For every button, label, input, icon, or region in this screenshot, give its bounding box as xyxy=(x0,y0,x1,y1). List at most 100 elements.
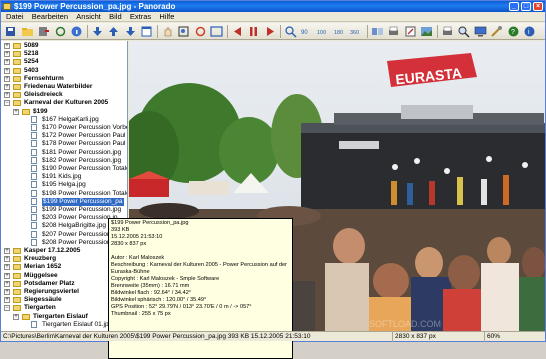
arrow-down-button[interactable] xyxy=(91,25,104,38)
exit-icon xyxy=(39,27,49,36)
tree-file[interactable]: $167 HelgaKarli.jpg xyxy=(1,115,127,124)
expand-icon[interactable]: + xyxy=(4,272,10,279)
tree-item-label: $190 Power Percussion Totale xyxy=(42,165,128,172)
tree-file[interactable]: $199 Power Percussion_pa xyxy=(1,197,127,206)
tree-item-label: $199 Power Percussion.jpg xyxy=(42,206,122,213)
collapse-icon[interactable]: − xyxy=(4,100,10,107)
expand-icon[interactable]: + xyxy=(4,264,10,271)
menu-bearbeiten[interactable]: Bearbeiten xyxy=(29,12,71,22)
zoom-180-button[interactable]: 180 xyxy=(334,25,347,38)
close-button[interactable]: × xyxy=(533,2,543,11)
zoom-90-button[interactable]: 90 xyxy=(301,25,314,38)
expand-icon[interactable]: + xyxy=(4,280,10,287)
expand-icon[interactable]: + xyxy=(13,313,19,320)
zoom-360-button[interactable]: 360 xyxy=(350,25,363,38)
maximize-button[interactable]: □ xyxy=(521,2,531,11)
compare-button[interactable] xyxy=(371,25,384,38)
tree-item-label: $199 Power Percussion_pa xyxy=(42,197,124,206)
edit-button[interactable] xyxy=(404,25,417,38)
folder-button[interactable] xyxy=(21,25,34,38)
play-right-button[interactable] xyxy=(264,25,277,38)
print-button[interactable] xyxy=(441,25,454,38)
folder-icon xyxy=(13,75,21,82)
tree-folder[interactable]: + Fernsehturm xyxy=(1,75,127,83)
expand-icon[interactable]: + xyxy=(4,297,10,304)
screen-button[interactable] xyxy=(474,25,487,38)
menu-ansicht[interactable]: Ansicht xyxy=(73,12,104,22)
expand-icon[interactable]: + xyxy=(4,43,10,49)
tree-folder[interactable]: + Gleisdreieck xyxy=(1,91,127,99)
folder-icon xyxy=(22,108,30,115)
tree-file[interactable]: $172 Power Percussion Paul s xyxy=(1,132,127,140)
tree-file[interactable]: $182 Power Percussion.jpg xyxy=(1,156,127,165)
menu-hilfe[interactable]: Hilfe xyxy=(156,12,177,22)
tree-folder[interactable]: +5403 xyxy=(1,67,127,75)
rotate-button[interactable] xyxy=(194,25,207,38)
tree-file[interactable]: $178 Power Percussion Paul s xyxy=(1,140,127,148)
tree-folder[interactable]: +5218 xyxy=(1,50,127,58)
expand-icon[interactable]: + xyxy=(4,256,10,263)
play-left-button[interactable] xyxy=(231,25,244,38)
tree-file[interactable]: $170 Power Percussion Vorbe xyxy=(1,124,127,132)
info-button[interactable] xyxy=(70,25,83,38)
menu-extras[interactable]: Extras xyxy=(127,12,154,22)
search-button[interactable] xyxy=(457,25,470,38)
tree-item-label: Tiergarten Eislauf 01.jpg xyxy=(42,320,113,328)
tree-folder[interactable]: + $199 xyxy=(1,108,127,116)
image-file-icon xyxy=(31,189,37,197)
settings-button[interactable] xyxy=(490,25,503,38)
about-button[interactable]: i xyxy=(523,25,536,38)
title-bar[interactable]: $199 Power Percussion_pa.jpg - Panorado … xyxy=(1,1,545,12)
image-button[interactable] xyxy=(420,25,433,38)
folder-icon xyxy=(21,28,33,36)
minimize-button[interactable]: _ xyxy=(509,2,519,11)
tree-file[interactable]: $181 Power Percussion.jpg xyxy=(1,148,127,157)
exit-button[interactable] xyxy=(37,25,50,38)
expand-icon[interactable]: + xyxy=(4,84,10,90)
toolbar: 90 100 180 360? i xyxy=(1,23,545,40)
help-button[interactable]: ? xyxy=(507,25,520,38)
tree-file[interactable]: $190 Power Percussion Totale xyxy=(1,165,128,173)
zoom-100-button[interactable]: 100 xyxy=(317,25,330,38)
status-image-size: 2830 x 837 px xyxy=(393,332,485,342)
refresh-button[interactable] xyxy=(54,25,67,38)
menu-bild[interactable]: Bild xyxy=(106,12,125,22)
image-file-icon xyxy=(31,156,37,164)
tree-folder[interactable]: +5254 xyxy=(1,58,127,66)
folder-icon xyxy=(13,92,21,99)
watermark-text: SOFTLOAD.COM xyxy=(369,319,441,329)
collapse-icon[interactable]: − xyxy=(4,305,10,312)
tree-folder[interactable]: + Friedenau Waterbilder xyxy=(1,83,127,91)
save-button[interactable] xyxy=(4,25,17,38)
new-window-button[interactable] xyxy=(140,25,153,38)
zoom-in-button[interactable] xyxy=(284,25,297,38)
expand-icon[interactable]: + xyxy=(4,92,10,99)
expand-icon[interactable]: + xyxy=(4,59,10,66)
expand-icon[interactable]: + xyxy=(4,248,10,254)
frame-button[interactable] xyxy=(210,25,223,38)
expand-icon[interactable]: + xyxy=(4,75,10,82)
svg-text:90: 90 xyxy=(301,30,308,36)
zoom-window-button[interactable] xyxy=(177,25,190,38)
tree-file[interactable]: $198 Power Percussion Totale xyxy=(1,189,127,198)
edit-icon xyxy=(405,26,415,37)
expand-icon[interactable]: + xyxy=(4,51,10,58)
hand-icon xyxy=(164,27,171,37)
arrow-up-button[interactable] xyxy=(107,25,120,38)
status-zoom: 60% xyxy=(487,333,501,340)
tree-file[interactable]: $199 Power Percussion.jpg xyxy=(1,206,127,214)
tree-folder[interactable]: +5089 xyxy=(1,42,127,50)
menu-datei[interactable]: Datei xyxy=(3,12,27,22)
tree-item-label: Tiergarten xyxy=(24,304,56,312)
tree-item-label: $208 Power Percussion.jp xyxy=(42,238,118,246)
tree-file[interactable]: $195 Helga.jpg xyxy=(1,181,127,189)
print-button[interactable] xyxy=(387,25,400,38)
tree-file[interactable]: $191 Kids.jpg xyxy=(1,173,127,181)
hand-button[interactable] xyxy=(161,25,174,38)
pause-button[interactable] xyxy=(247,25,260,38)
expand-icon[interactable]: + xyxy=(13,108,19,115)
expand-icon[interactable]: + xyxy=(4,289,10,295)
arrow-down-button[interactable] xyxy=(124,25,137,38)
expand-icon[interactable]: + xyxy=(4,67,10,74)
tree-folder[interactable]: − Karneval der Kulturen 2005 xyxy=(1,99,127,107)
